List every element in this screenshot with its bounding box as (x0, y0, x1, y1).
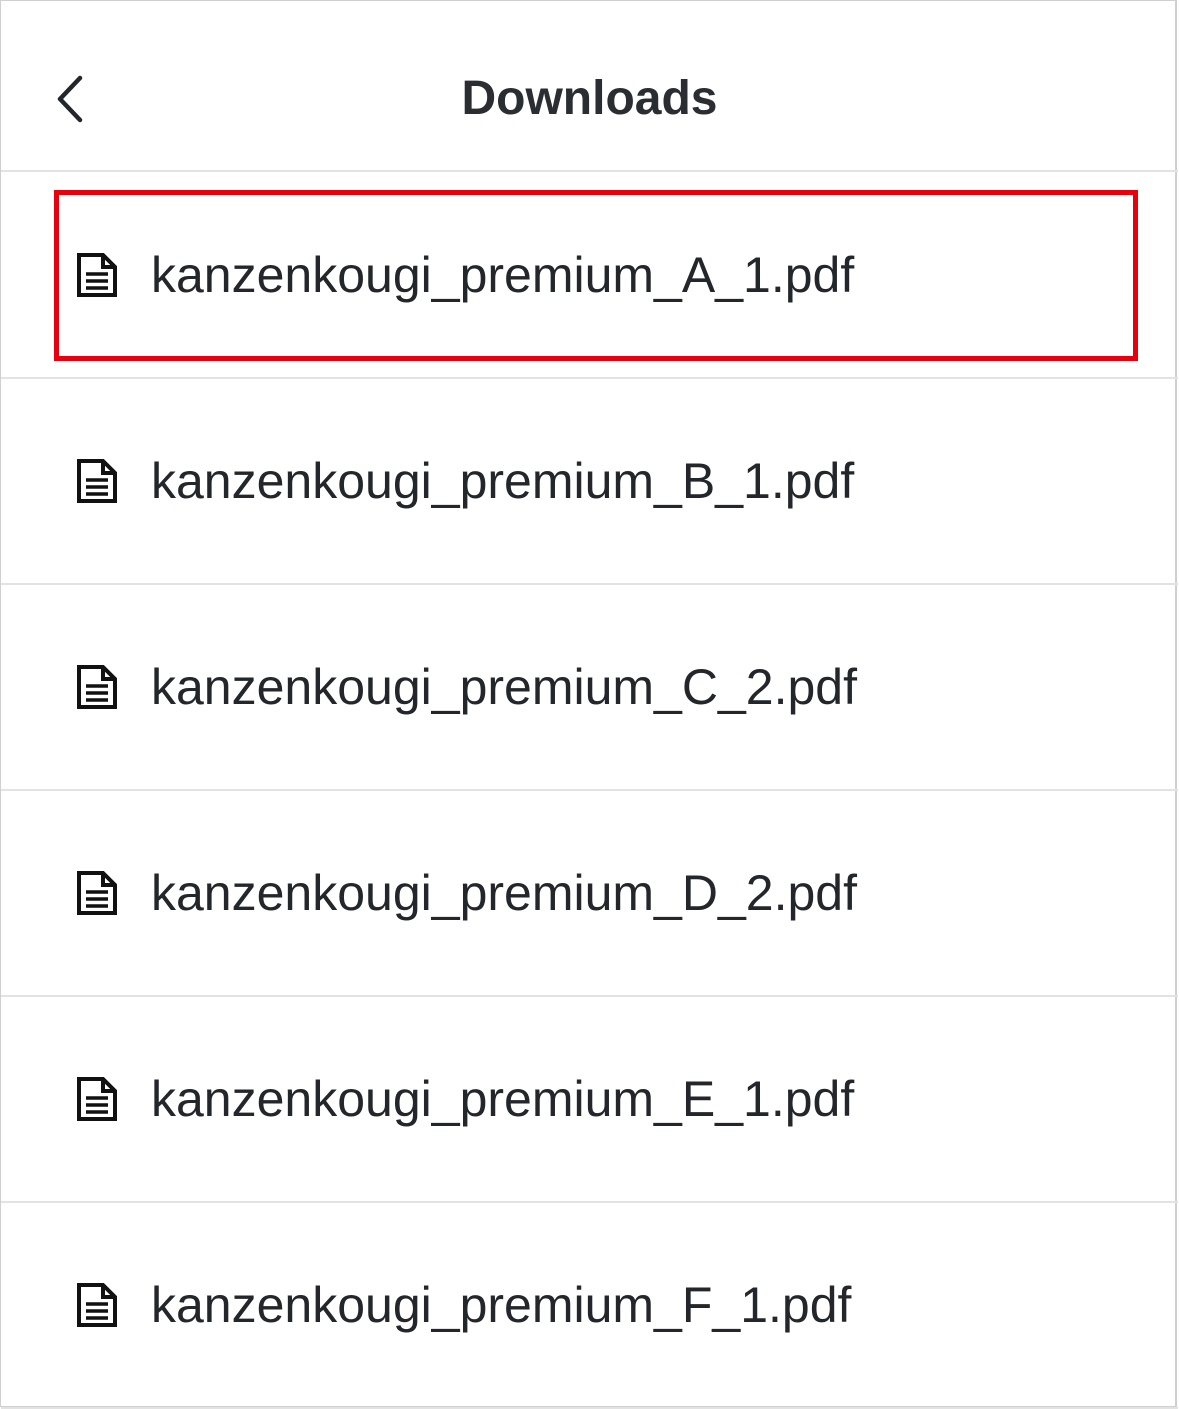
file-name: kanzenkougi_premium_B_1.pdf (151, 453, 855, 509)
document-icon (75, 663, 119, 711)
file-row[interactable]: kanzenkougi_premium_F_1.pdf (1, 1203, 1178, 1409)
document-icon (75, 251, 119, 299)
file-row[interactable]: kanzenkougi_premium_A_1.pdf (1, 172, 1178, 379)
file-name: kanzenkougi_premium_E_1.pdf (151, 1071, 855, 1127)
file-row[interactable]: kanzenkougi_premium_C_2.pdf (1, 585, 1178, 791)
document-icon (75, 1075, 119, 1123)
app-frame: Downloads kanzenkougi_premium_A_1.pdf ka… (0, 0, 1178, 1409)
file-name: kanzenkougi_premium_F_1.pdf (151, 1277, 852, 1333)
page-title: Downloads (461, 72, 718, 125)
file-name: kanzenkougi_premium_D_2.pdf (151, 865, 857, 921)
file-row[interactable]: kanzenkougi_premium_D_2.pdf (1, 791, 1178, 997)
file-name: kanzenkougi_premium_A_1.pdf (151, 246, 855, 303)
document-icon (75, 869, 119, 917)
file-name: kanzenkougi_premium_C_2.pdf (151, 659, 857, 715)
document-icon (75, 1281, 119, 1329)
file-list: kanzenkougi_premium_A_1.pdf kanzenkougi_… (1, 172, 1178, 1409)
header-bar: Downloads (1, 1, 1178, 172)
file-row[interactable]: kanzenkougi_premium_B_1.pdf (1, 379, 1178, 585)
file-row[interactable]: kanzenkougi_premium_E_1.pdf (1, 997, 1178, 1203)
document-icon (75, 457, 119, 505)
